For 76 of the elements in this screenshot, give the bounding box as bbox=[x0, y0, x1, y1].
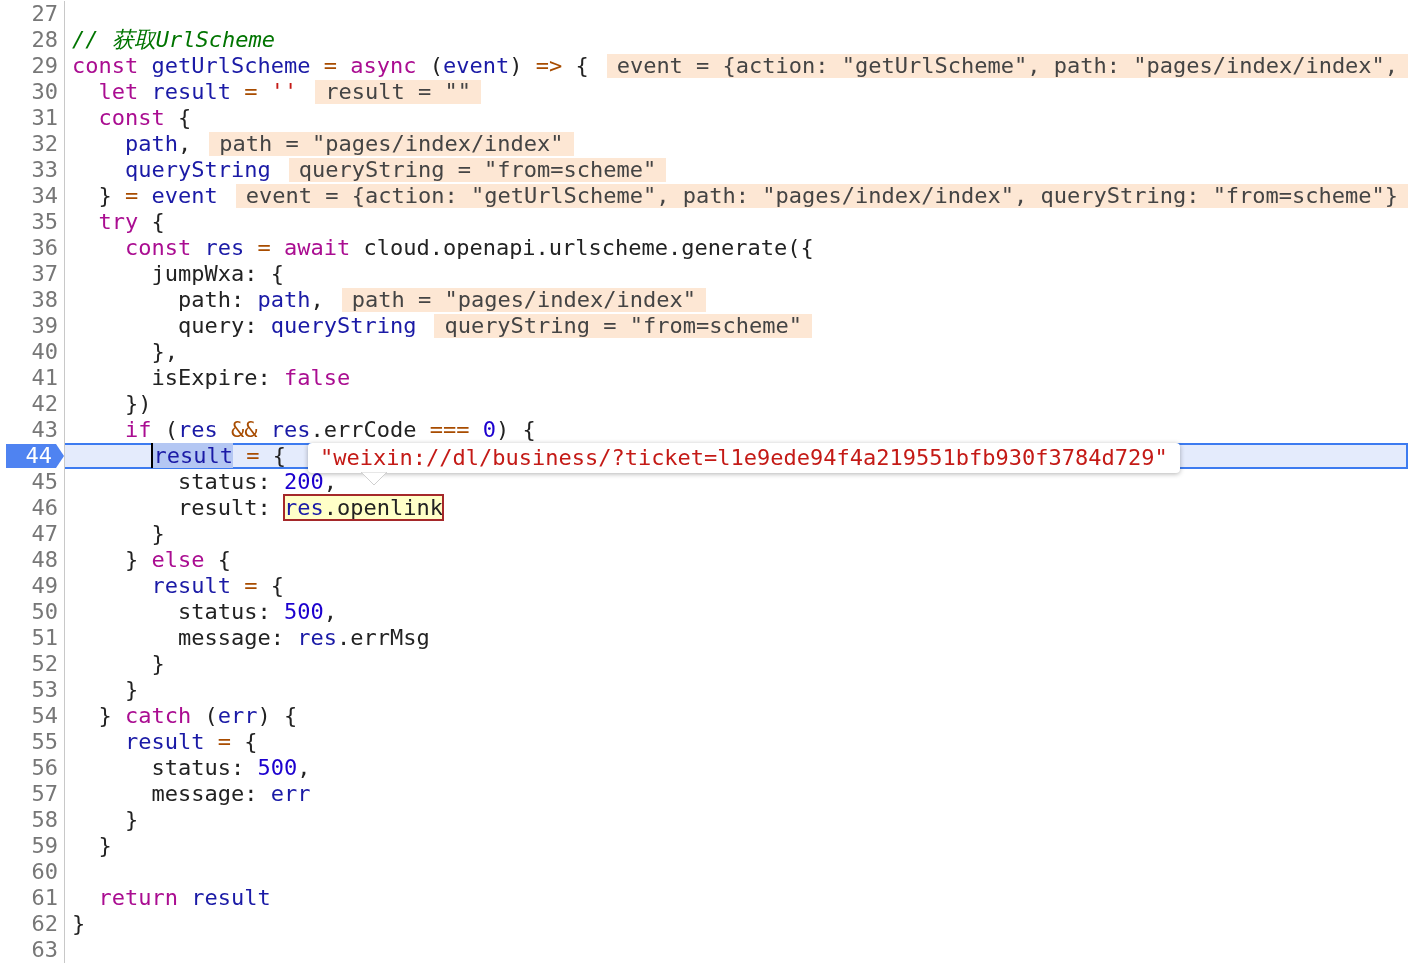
code-line: try { bbox=[97, 209, 165, 235]
line-number: 61 bbox=[31, 885, 58, 911]
line-number: 31 bbox=[31, 105, 58, 131]
line-number: 35 bbox=[31, 209, 58, 235]
code-line: } bbox=[72, 911, 86, 937]
line-number: 32 bbox=[31, 131, 58, 157]
line-number: 57 bbox=[31, 781, 58, 807]
line-number: 56 bbox=[31, 755, 58, 781]
line-number: 27 bbox=[31, 1, 58, 27]
code-line: result = { bbox=[150, 573, 284, 599]
line-number: 40 bbox=[31, 339, 58, 365]
line-number: 36 bbox=[31, 235, 58, 261]
inline-value: queryString = "from=scheme" bbox=[288, 158, 667, 182]
line-number: 37 bbox=[31, 261, 58, 287]
code-line: isExpire: false bbox=[150, 365, 351, 391]
code-line: result = { bbox=[124, 729, 258, 755]
line-number: 46 bbox=[31, 495, 58, 521]
line-number: 50 bbox=[31, 599, 58, 625]
code-line: message: err bbox=[150, 781, 311, 807]
code-line: message: res.errMsg bbox=[176, 625, 430, 651]
tooltip-pointer bbox=[361, 472, 387, 486]
code-line: status: 500, bbox=[150, 755, 311, 781]
code-line: return result bbox=[97, 885, 271, 911]
code-line: result = { bbox=[150, 443, 286, 469]
line-number: 55 bbox=[31, 729, 58, 755]
line-number: 39 bbox=[31, 313, 58, 339]
code-line: } bbox=[150, 651, 165, 677]
inline-value: path = "pages/index/index" bbox=[341, 288, 707, 312]
line-number: 29 bbox=[31, 53, 58, 79]
line-number: 45 bbox=[31, 469, 58, 495]
inline-value: event = {action: "getUrlScheme", path: "pages/index/index", queryString: "from=scheme"} bbox=[235, 184, 1408, 208]
inline-value: path = "pages/index/index" bbox=[209, 132, 574, 156]
line-number: 62 bbox=[31, 911, 58, 937]
line-number: 60 bbox=[31, 859, 58, 885]
line-number: 51 bbox=[31, 625, 58, 651]
line-number: 28 bbox=[31, 27, 58, 53]
code-line: path, bbox=[124, 131, 192, 157]
line-number: 42 bbox=[31, 391, 58, 417]
code-line: }) bbox=[124, 391, 152, 417]
line-number: 41 bbox=[31, 365, 58, 391]
code-line: let result = '' bbox=[97, 79, 298, 105]
code-comment: // 获取UrlScheme bbox=[72, 27, 275, 53]
code-line: } bbox=[124, 677, 139, 703]
line-number: 58 bbox=[31, 807, 58, 833]
code-line: const { bbox=[97, 105, 192, 131]
code-line: query: queryString bbox=[176, 313, 417, 339]
line-number: 47 bbox=[31, 521, 58, 547]
code-line: if (res && res.errCode === 0) { bbox=[124, 417, 536, 443]
code-line: jumpWxa: { bbox=[150, 261, 284, 287]
code-line: } bbox=[150, 521, 165, 547]
line-number: 33 bbox=[31, 157, 58, 183]
code-line: } bbox=[124, 807, 139, 833]
code-line: } = event bbox=[97, 183, 218, 209]
line-number: 34 bbox=[31, 183, 58, 209]
line-number: 30 bbox=[31, 79, 58, 105]
code-line: status: 500, bbox=[176, 599, 337, 625]
code-line: path: path, bbox=[176, 287, 324, 313]
code-line: }, bbox=[150, 339, 178, 365]
code-line: } catch (err) { bbox=[97, 703, 298, 729]
inline-value: event = {action: "getUrlScheme", path: "pages/index/index", bbox=[606, 54, 1408, 78]
line-number: 38 bbox=[31, 287, 58, 313]
line-number: 49 bbox=[31, 573, 58, 599]
line-number: 48 bbox=[31, 547, 58, 573]
line-number: 59 bbox=[31, 833, 58, 859]
inline-value: queryString = "from=scheme" bbox=[434, 314, 812, 338]
code-line: const getUrlScheme = async (event) => { bbox=[72, 53, 589, 79]
line-number: 54 bbox=[31, 703, 58, 729]
code-line: const res = await cloud.openapi.urlscheme.generate({ bbox=[124, 235, 814, 261]
inline-value: result = "" bbox=[315, 80, 481, 104]
line-number: 63 bbox=[31, 937, 58, 963]
code-line: } else { bbox=[124, 547, 231, 573]
line-number: 53 bbox=[31, 677, 58, 703]
line-number: 43 bbox=[31, 417, 58, 443]
code-line: } bbox=[97, 833, 112, 859]
line-number: 52 bbox=[31, 651, 58, 677]
code-line: queryString bbox=[124, 157, 271, 183]
